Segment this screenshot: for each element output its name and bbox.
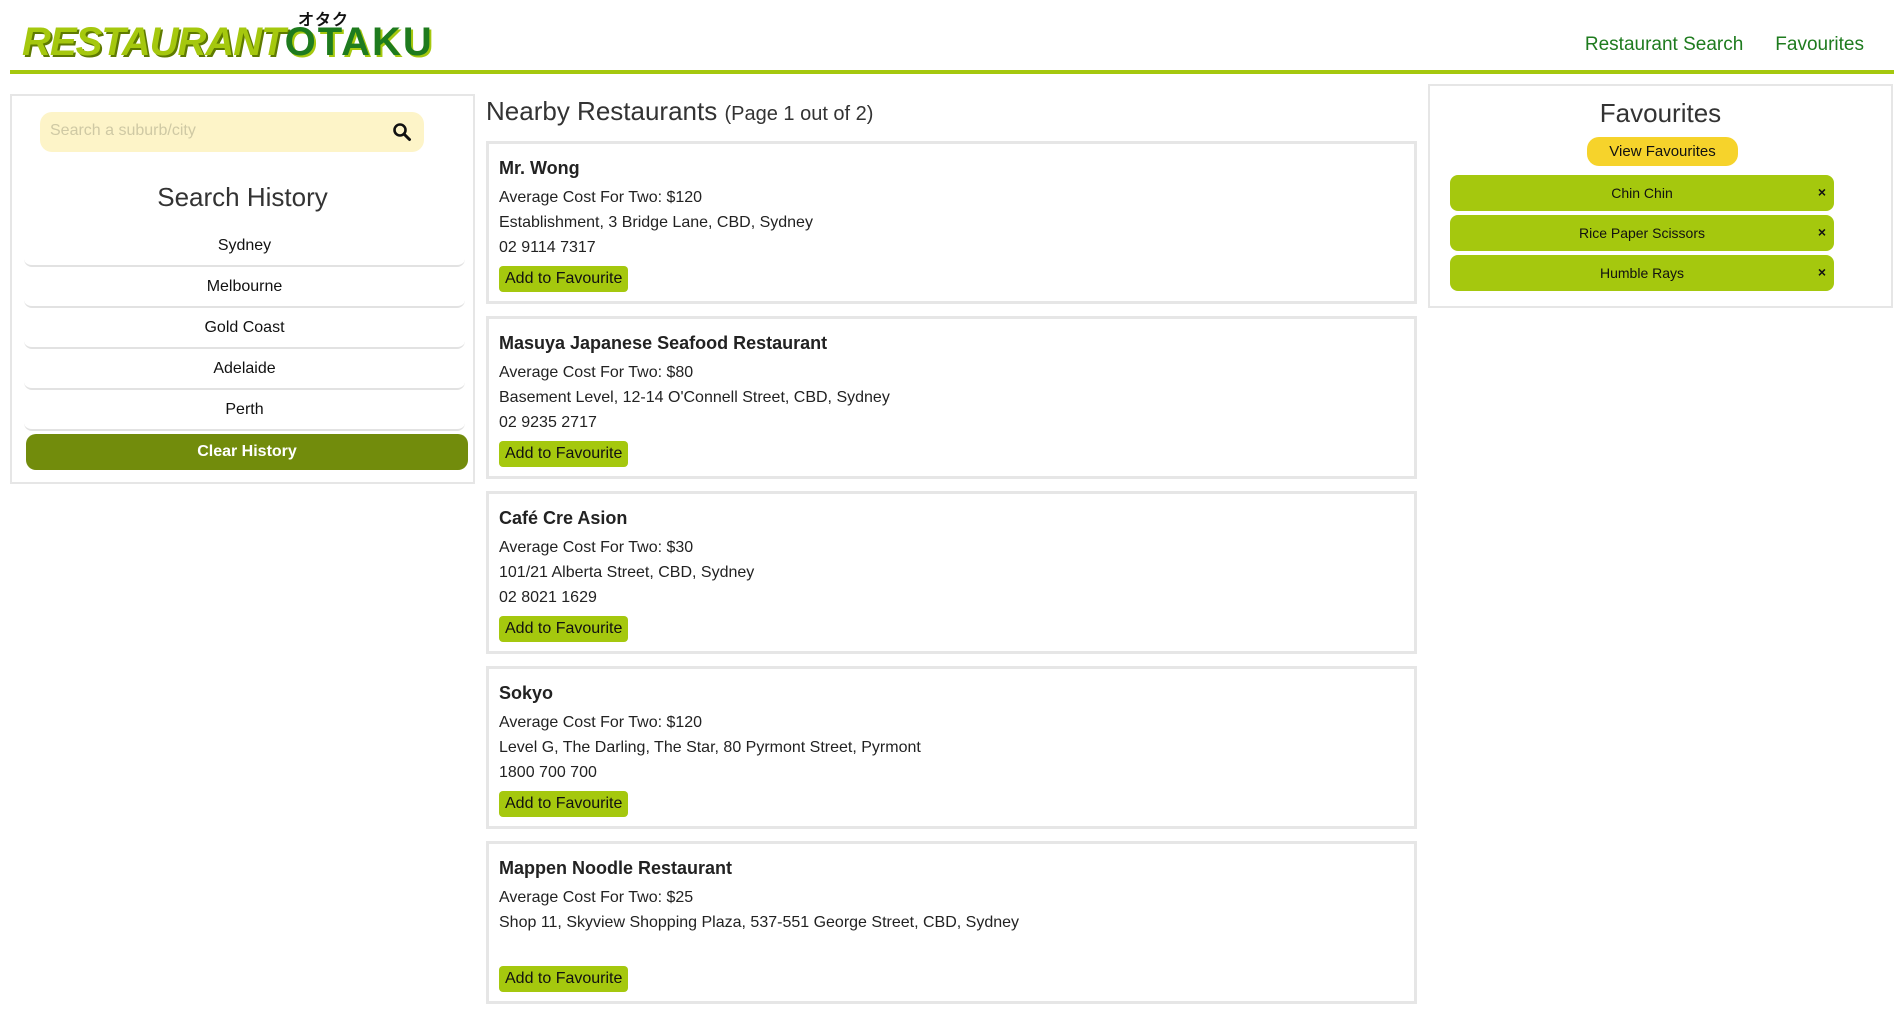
add-to-favourite-button[interactable]: Add to Favourite xyxy=(499,791,629,817)
add-to-favourite-button[interactable]: Add to Favourite xyxy=(499,966,629,992)
history-item-melbourne[interactable]: Melbourne xyxy=(24,267,465,308)
restaurant-name: Mappen Noodle Restaurant xyxy=(499,858,733,878)
restaurant-card: Masuya Japanese Seafood Restaurant Avera… xyxy=(486,316,1417,479)
page-title-text: Nearby Restaurants xyxy=(486,96,718,126)
add-to-favourite-button[interactable]: Add to Favourite xyxy=(499,616,629,642)
search-history-panel: Search History Sydney Melbourne Gold Coa… xyxy=(10,94,475,484)
search-icon[interactable] xyxy=(392,122,412,142)
restaurant-phone: 02 8021 1629 xyxy=(499,589,597,606)
history-item-sydney[interactable]: Sydney xyxy=(24,226,465,267)
restaurant-card: Café Cre Asion Average Cost For Two: $30… xyxy=(486,491,1417,654)
page-indicator: (Page 1 out of 2) xyxy=(724,103,874,125)
restaurant-address: Basement Level, 12-14 O'Connell Street, … xyxy=(499,389,890,406)
restaurant-name: Café Cre Asion xyxy=(499,508,628,528)
favourite-item-chin-chin[interactable]: Chin Chin × xyxy=(1450,175,1834,211)
header: オタク RESTAURANTOTAKU Restaurant Search Fa… xyxy=(10,0,1894,74)
logo-text: RESTAURANTOTAKU xyxy=(22,20,434,64)
logo-part-otaku: OTAKU xyxy=(284,20,434,64)
restaurant-phone: 02 9114 7317 xyxy=(499,239,596,256)
history-item-adelaide[interactable]: Adelaide xyxy=(24,349,465,390)
logo[interactable]: オタク RESTAURANTOTAKU xyxy=(22,4,432,64)
restaurant-cost: Average Cost For Two: $30 xyxy=(499,539,694,556)
restaurant-name: Masuya Japanese Seafood Restaurant xyxy=(499,333,828,353)
add-to-favourite-button[interactable]: Add to Favourite xyxy=(499,441,629,467)
restaurant-name: Sokyo xyxy=(499,683,554,703)
history-item-perth[interactable]: Perth xyxy=(24,390,465,431)
remove-icon[interactable]: × xyxy=(1818,224,1826,240)
restaurant-address: Level G, The Darling, The Star, 80 Pyrmo… xyxy=(499,739,921,756)
nav-favourites[interactable]: Favourites xyxy=(1775,34,1864,56)
restaurant-phone: 1800 700 700 xyxy=(499,764,597,781)
favourites-title: Favourites xyxy=(1599,98,1722,128)
restaurant-list: Mr. Wong Average Cost For Two: $120 Esta… xyxy=(486,141,1417,1016)
favourite-item-rice-paper-scissors[interactable]: Rice Paper Scissors × xyxy=(1450,215,1834,251)
favourites-list: Chin Chin × Rice Paper Scissors × Humble… xyxy=(1450,175,1834,295)
remove-icon[interactable]: × xyxy=(1818,184,1826,200)
restaurant-cost: Average Cost For Two: $120 xyxy=(499,189,703,206)
restaurant-cost: Average Cost For Two: $120 xyxy=(499,714,703,731)
restaurant-address: 101/21 Alberta Street, CBD, Sydney xyxy=(499,564,755,581)
favourite-item-label: Chin Chin xyxy=(1611,185,1673,201)
restaurant-card: Mr. Wong Average Cost For Two: $120 Esta… xyxy=(486,141,1417,304)
restaurant-address: Establishment, 3 Bridge Lane, CBD, Sydne… xyxy=(499,214,813,231)
favourite-item-label: Humble Rays xyxy=(1599,265,1685,281)
search-input[interactable] xyxy=(50,122,370,140)
restaurant-address: Shop 11, Skyview Shopping Plaza, 537-551… xyxy=(499,914,1020,931)
view-favourites-button[interactable]: View Favourites xyxy=(1587,137,1738,166)
top-nav: Restaurant Search Favourites xyxy=(1585,34,1864,56)
add-to-favourite-button[interactable]: Add to Favourite xyxy=(499,266,629,292)
restaurant-name: Mr. Wong xyxy=(499,158,580,178)
restaurant-card: Mappen Noodle Restaurant Average Cost Fo… xyxy=(486,841,1417,1004)
restaurant-cost: Average Cost For Two: $25 xyxy=(499,889,694,906)
favourite-item-humble-rays[interactable]: Humble Rays × xyxy=(1450,255,1834,291)
page-title: Nearby Restaurants (Page 1 out of 2) xyxy=(486,96,873,127)
search-history-list: Sydney Melbourne Gold Coast Adelaide Per… xyxy=(24,226,465,431)
search-bar xyxy=(40,112,424,152)
logo-part-restaurant: RESTAURANT xyxy=(22,20,286,64)
restaurant-phone: 02 9235 2717 xyxy=(499,414,597,431)
restaurant-cost: Average Cost For Two: $80 xyxy=(499,364,694,381)
favourites-panel: Favourites View Favourites Chin Chin × R… xyxy=(1428,84,1893,308)
restaurant-card: Sokyo Average Cost For Two: $120 Level G… xyxy=(486,666,1417,829)
clear-history-button[interactable]: Clear History xyxy=(26,434,468,470)
nav-restaurant-search[interactable]: Restaurant Search xyxy=(1585,34,1743,56)
search-history-title: Search History xyxy=(157,182,328,212)
favourite-item-label: Rice Paper Scissors xyxy=(1578,225,1706,241)
history-item-gold-coast[interactable]: Gold Coast xyxy=(24,308,465,349)
remove-icon[interactable]: × xyxy=(1818,264,1826,280)
